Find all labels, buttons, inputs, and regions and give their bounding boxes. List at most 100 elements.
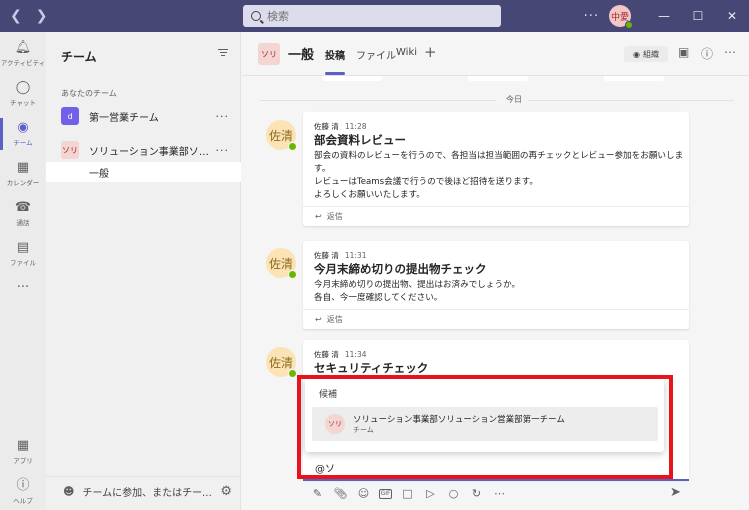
team-item[interactable]: ソリ ソリューション事業部ソリュー... ···	[46, 136, 241, 164]
post-body: 今月末締め切りの提出物、提出はお済みでしょうか。 各自、今一度確認してください。	[314, 279, 684, 305]
rail-item-files[interactable]: ▤ ファイル	[0, 240, 46, 267]
file-icon: ▤	[16, 240, 30, 255]
forward-arrow-icon[interactable]: ❯	[36, 8, 48, 24]
rail-item-calls[interactable]: ☎︎ 通話	[0, 200, 46, 227]
date-label: 今日	[506, 95, 522, 104]
tab-files[interactable]: ファイル	[356, 47, 396, 62]
presence-available-icon	[288, 270, 297, 279]
rail-item-help[interactable]: ⓘ ヘルプ	[0, 478, 46, 505]
team-avatar: ソリ	[61, 141, 79, 159]
channel-item-general[interactable]: 一般	[46, 162, 241, 182]
author-avatar[interactable]: 佐清	[266, 347, 297, 378]
post-meta: 佐藤 清 11:34	[314, 349, 367, 360]
post-subject: 今月末締め切りの提出物チェック	[314, 262, 487, 276]
tab-wiki[interactable]: Wiki	[396, 47, 417, 58]
join-team-icon: ☻	[63, 485, 75, 498]
more-icon[interactable]: ⋯	[492, 487, 507, 500]
post-subject: セキュリティチェック	[314, 361, 429, 375]
rail-label: カレンダー	[6, 179, 40, 187]
avatar-initials: 佐清	[268, 355, 293, 370]
reply-compose-box[interactable]: @ソ	[303, 453, 689, 481]
back-arrow-icon[interactable]: ❮	[10, 8, 22, 24]
calendar-icon: ▦	[16, 160, 30, 175]
meet-now-icon[interactable]: ▷	[423, 487, 438, 500]
divider	[528, 100, 734, 101]
help-icon: ⓘ	[16, 478, 30, 493]
rail-item-activity[interactable]: 🔔︎ アクティビティ	[0, 40, 46, 67]
add-tab-icon[interactable]: +	[424, 43, 437, 61]
rail-label: 通話	[16, 219, 30, 227]
tab-posts[interactable]: 投稿	[325, 47, 345, 62]
sticker-icon[interactable]: □	[400, 487, 415, 500]
format-icon[interactable]: ✎	[310, 487, 325, 500]
reply-icon: ↩	[315, 315, 322, 324]
suggestion-avatar: ソリ	[325, 414, 345, 434]
more-options-icon[interactable]: ···	[584, 9, 599, 24]
titlebar-controls: ··· 中愛 — ☐ ✕	[584, 0, 749, 32]
rail-label: チーム	[13, 139, 33, 147]
author-avatar[interactable]: 佐清	[266, 248, 297, 279]
attach-icon[interactable]: 📎︎	[333, 487, 348, 500]
title-bar: ❮ ❯ ··· 中愛 — ☐ ✕	[0, 0, 749, 32]
more-options-icon[interactable]: ⋯	[724, 45, 736, 59]
post-meta: 佐藤 清 11:31	[314, 250, 367, 261]
minimize-button[interactable]: —	[647, 0, 681, 32]
rail-item-apps[interactable]: ▦ アプリ	[0, 438, 46, 465]
reply-label: 返信	[326, 212, 343, 221]
author-avatar[interactable]: 佐清	[266, 120, 297, 151]
active-tab-indicator	[325, 72, 345, 75]
date-separator: 今日	[260, 94, 734, 106]
post-author: 佐藤 清	[314, 350, 339, 359]
info-icon[interactable]: ⓘ	[701, 45, 713, 62]
close-button[interactable]: ✕	[715, 0, 749, 32]
suggestion-type: チーム	[353, 426, 374, 434]
nav-arrows: ❮ ❯	[0, 8, 60, 24]
stub	[604, 76, 664, 81]
gear-icon[interactable]: ⚙	[220, 484, 232, 499]
post-body-line: レビューはTeams会議で行うので後ほど招待を送ります。	[314, 177, 538, 187]
channel-team-avatar: ソリ	[258, 43, 280, 65]
search-box[interactable]	[243, 5, 501, 27]
post-body-line: す。	[314, 164, 331, 174]
org-button[interactable]: ◉ 組織	[624, 46, 668, 62]
app-rail: 🔔︎ アクティビティ ◯ チャット ◉ チーム ▦ カレンダー ☎︎ 通話 ▤ …	[0, 32, 46, 510]
user-avatar[interactable]: 中愛	[609, 5, 633, 29]
divider	[260, 100, 496, 101]
search-input[interactable]	[267, 9, 487, 23]
rail-item-teams[interactable]: ◉ チーム	[0, 120, 46, 147]
reply-button[interactable]: ↩ 返信	[303, 309, 689, 329]
post-body-line: 部会の資料のレビューを行うので、各担当は担当範囲の再チェックとレビュー参加をお願…	[314, 151, 684, 161]
send-icon[interactable]: ➤	[670, 485, 681, 500]
emoji-icon[interactable]: ☺	[356, 487, 371, 500]
rail-label: ファイル	[10, 259, 36, 267]
mention-suggestion-item[interactable]: ソリ ソリューション事業部ソリューション営業部第一チーム チーム	[312, 407, 658, 441]
reply-button[interactable]: ↩ 返信	[303, 206, 689, 226]
meet-icon[interactable]: ▣	[678, 45, 689, 59]
team-more-icon[interactable]: ···	[216, 144, 230, 157]
teams-icon: ◉	[17, 120, 29, 135]
compose-text[interactable]: @ソ	[315, 460, 335, 475]
post-body-line: 各自、今一度確認してください。	[314, 293, 443, 303]
post-card[interactable]: 佐藤 清 11:28 部会資料レビュー 部会の資料のレビューを行うので、各担当は担…	[303, 112, 689, 226]
gif-icon[interactable]: GIF	[379, 488, 392, 499]
join-create-team[interactable]: ☻ チームに参加、またはチームを... ⚙	[46, 476, 241, 506]
maximize-button[interactable]: ☐	[681, 0, 715, 32]
apps-icon: ▦	[16, 438, 30, 453]
post-card[interactable]: 佐藤 清 11:31 今月末締め切りの提出物チェック 今月末締め切りの提出物、提出…	[303, 241, 689, 329]
loop-icon[interactable]: ↻	[469, 487, 484, 500]
praise-icon[interactable]: ○	[446, 487, 461, 500]
filter-icon[interactable]	[218, 49, 228, 58]
rail-more-apps[interactable]: ···	[0, 280, 46, 296]
post-body: 部会の資料のレビューを行うので、各担当は担当範囲の再チェックとレビュー参加をお願…	[314, 150, 684, 202]
team-more-icon[interactable]: ···	[216, 110, 230, 123]
team-name: ソリューション事業部ソリュー...	[89, 146, 209, 158]
rail-label: ヘルプ	[13, 497, 33, 505]
rail-item-chat[interactable]: ◯ チャット	[0, 80, 46, 107]
post-time: 11:28	[344, 122, 367, 131]
more-icon: ···	[16, 280, 30, 295]
post-body-line: よろしくお願いいたします。	[314, 190, 425, 200]
team-item[interactable]: d 第一営業チーム ···	[46, 102, 241, 130]
search-icon	[251, 11, 261, 21]
rail-item-calendar[interactable]: ▦ カレンダー	[0, 160, 46, 187]
post-time: 11:31	[344, 251, 367, 260]
